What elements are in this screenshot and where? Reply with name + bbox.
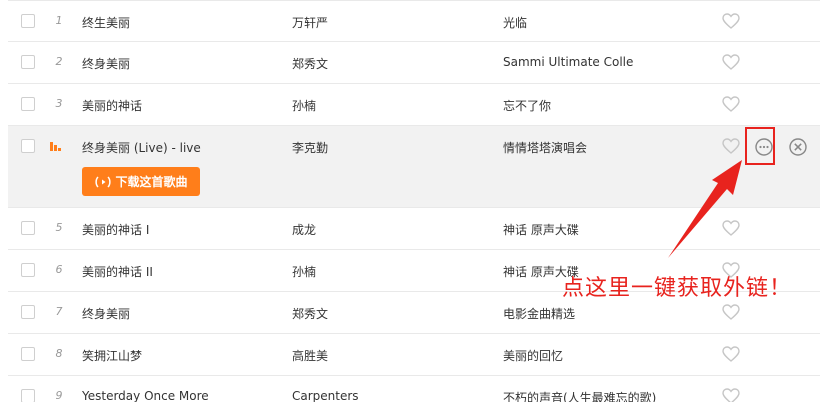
heart-icon[interactable] xyxy=(722,304,740,320)
row-checkbox[interactable] xyxy=(21,55,35,69)
row-checkbox[interactable] xyxy=(21,305,35,319)
row-checkbox[interactable] xyxy=(21,263,35,277)
download-button-label: 下载这首歌曲 xyxy=(115,175,188,189)
song-artist[interactable]: 郑秀文 xyxy=(292,55,328,72)
song-title[interactable]: 终生美丽 xyxy=(82,14,130,31)
song-row[interactable]: 9 Yesterday Once More Carpenters 不朽的声音(人… xyxy=(8,376,820,402)
song-index: 3 xyxy=(55,97,63,110)
song-album[interactable]: 忘不了你 xyxy=(503,97,551,114)
song-row[interactable]: 2 终身美丽 郑秀文 Sammi Ultimate Colle xyxy=(8,42,820,84)
song-album[interactable]: 美丽的回忆 xyxy=(503,347,563,364)
song-index: 6 xyxy=(55,263,63,276)
annotation-callout-text: 点这里一键获取外链！ xyxy=(562,276,793,301)
song-title[interactable]: 终身美丽 xyxy=(82,55,130,72)
heart-icon[interactable] xyxy=(722,96,740,112)
now-playing-icon xyxy=(50,141,64,151)
song-title[interactable]: 终身美丽 xyxy=(82,305,130,322)
song-index: 9 xyxy=(55,389,63,402)
song-title[interactable]: 美丽的神话 II xyxy=(82,263,153,280)
song-index: 7 xyxy=(55,305,63,318)
song-list-screen: 1 终生美丽 万轩严 光临 2 终身美丽 郑秀文 Sammi Ultimate … xyxy=(0,0,833,402)
song-album[interactable]: 电影金曲精选 xyxy=(503,305,575,322)
heart-icon[interactable] xyxy=(722,388,740,402)
annotation-highlight-box xyxy=(745,127,775,165)
song-artist[interactable]: 孙楠 xyxy=(292,263,316,280)
song-index: 1 xyxy=(55,14,63,27)
song-artist[interactable]: 李克勤 xyxy=(292,139,328,156)
song-artist[interactable]: 万轩严 xyxy=(292,14,328,31)
song-artist[interactable]: 高胜美 xyxy=(292,347,328,364)
row-checkbox[interactable] xyxy=(21,139,35,153)
song-row[interactable]: 1 终生美丽 万轩严 光临 xyxy=(8,0,820,42)
song-row[interactable]: 8 笑拥江山梦 高胜美 美丽的回忆 xyxy=(8,334,820,376)
heart-icon[interactable] xyxy=(722,220,740,236)
song-list: 1 终生美丽 万轩严 光临 2 终身美丽 郑秀文 Sammi Ultimate … xyxy=(8,0,820,402)
song-artist[interactable]: 成龙 xyxy=(292,221,316,238)
song-album[interactable]: Sammi Ultimate Colle xyxy=(503,55,633,69)
song-row[interactable]: 3 美丽的神话 孙楠 忘不了你 xyxy=(8,84,820,126)
row-checkbox[interactable] xyxy=(21,221,35,235)
song-artist[interactable]: 郑秀文 xyxy=(292,305,328,322)
song-artist[interactable]: 孙楠 xyxy=(292,97,316,114)
song-title[interactable]: Yesterday Once More xyxy=(82,389,209,402)
row-checkbox[interactable] xyxy=(21,389,35,402)
song-index: 5 xyxy=(55,221,63,234)
song-title[interactable]: 美丽的神话 I xyxy=(82,221,149,238)
song-album[interactable]: 神话 原声大碟 xyxy=(503,221,579,238)
download-song-button[interactable]: 下载这首歌曲 xyxy=(82,167,200,196)
song-title[interactable]: 笑拥江山梦 xyxy=(82,347,142,364)
song-album[interactable]: 不朽的声音(人生最难忘的歌) xyxy=(503,389,656,402)
song-index: 2 xyxy=(55,55,63,68)
song-row[interactable]: 5 美丽的神话 I 成龙 神话 原声大碟 xyxy=(8,208,820,250)
row-checkbox[interactable] xyxy=(21,14,35,28)
song-index: 8 xyxy=(55,347,63,360)
heart-icon[interactable] xyxy=(722,13,740,29)
heart-icon[interactable] xyxy=(722,54,740,70)
row-checkbox[interactable] xyxy=(21,347,35,361)
close-icon[interactable] xyxy=(788,137,808,157)
song-album[interactable]: 光临 xyxy=(503,14,527,31)
song-row-active[interactable]: 终身美丽 (Live) - live 李克勤 情情塔塔演唱会 下载这首歌曲 xyxy=(8,126,820,208)
song-album[interactable]: 情情塔塔演唱会 xyxy=(503,139,587,156)
song-title[interactable]: 美丽的神话 xyxy=(82,97,142,114)
heart-icon[interactable] xyxy=(722,138,740,154)
song-title[interactable]: 终身美丽 (Live) - live xyxy=(82,139,201,156)
heart-icon[interactable] xyxy=(722,346,740,362)
row-checkbox[interactable] xyxy=(21,97,35,111)
broadcast-icon xyxy=(95,175,112,188)
song-artist[interactable]: Carpenters xyxy=(292,389,359,402)
